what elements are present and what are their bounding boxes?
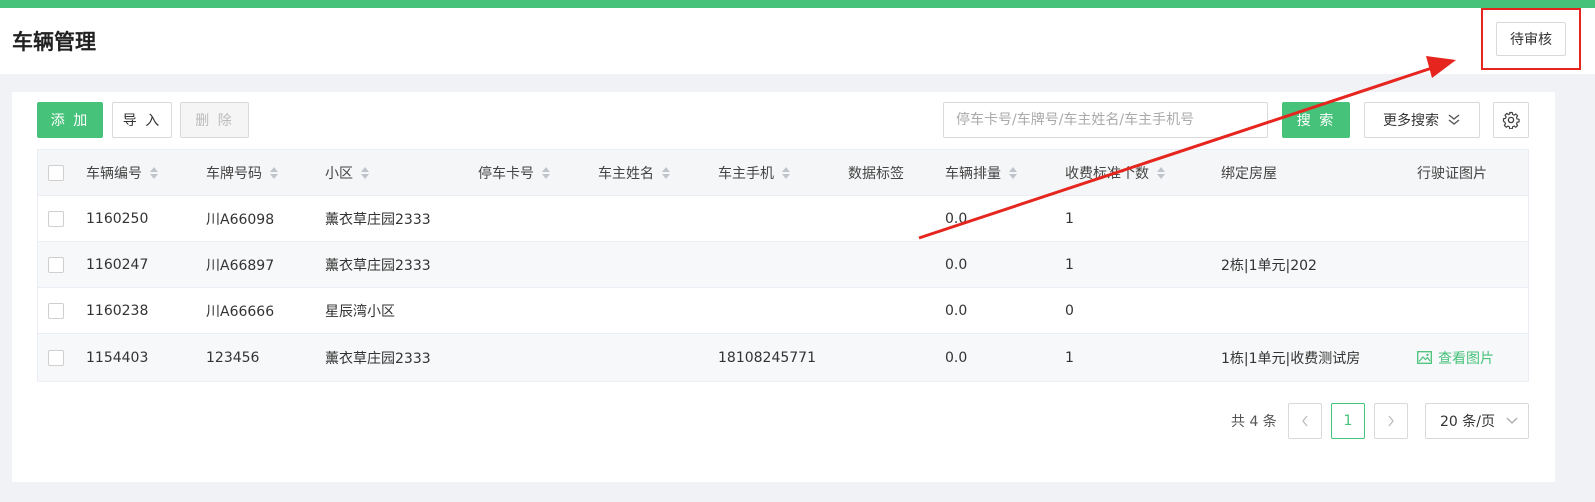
annotation-highlight-box: 待审核 — [1481, 8, 1581, 70]
page-size-value: 20 条/页 — [1440, 414, 1495, 430]
next-page-button[interactable] — [1374, 403, 1408, 439]
view-license-label: 查看图片 — [1438, 350, 1494, 367]
add-button[interactable]: 添 加 — [37, 102, 103, 138]
column-header[interactable]: 车主手机 — [718, 150, 790, 195]
plate-number: 川A66098 — [206, 211, 275, 228]
sort-icon[interactable] — [150, 166, 158, 179]
community: 薰衣草庄园2333 — [325, 211, 431, 228]
sort-icon[interactable] — [662, 166, 670, 179]
plate-number: 123456 — [206, 349, 260, 366]
fee-count: 0 — [1065, 302, 1074, 319]
column-header[interactable]: 收费标准个数 — [1065, 150, 1165, 195]
search-input[interactable] — [943, 102, 1268, 138]
delete-button[interactable]: 删 除 — [180, 102, 249, 138]
vehicle-id: 1154403 — [86, 349, 149, 366]
owner-phone: 18108245771 — [718, 349, 816, 366]
double-chevron-down-icon — [1448, 114, 1460, 125]
column-header[interactable]: 车辆排量 — [945, 150, 1017, 195]
fee-count: 1 — [1065, 256, 1074, 273]
sort-icon[interactable] — [1157, 166, 1165, 179]
chevron-right-icon — [1388, 415, 1394, 427]
table-row[interactable]: 1154403 123456 薰衣草庄园2333 18108245771 0.0… — [38, 334, 1528, 381]
fee-count: 1 — [1065, 210, 1074, 227]
vehicle-id: 1160238 — [86, 302, 149, 319]
column-header[interactable]: 车牌号码 — [206, 150, 278, 195]
gear-icon — [1502, 111, 1520, 129]
table-row[interactable]: 1160247 川A66897 薰衣草庄园2333 0.0 1 2栋|1单元|2… — [38, 242, 1528, 288]
toolbar: 添 加 导 入 删 除 搜 索 更多搜索 — [37, 102, 1529, 138]
sort-icon[interactable] — [270, 166, 278, 179]
bound-house: 1栋|1单元|收费测试房 — [1221, 350, 1361, 367]
displacement: 0.0 — [945, 210, 968, 227]
displacement: 0.0 — [945, 302, 968, 319]
view-license-image-link[interactable]: 查看图片 — [1417, 334, 1494, 381]
table-row[interactable]: 1160250 川A66098 薰衣草庄园2333 0.0 1 — [38, 196, 1528, 242]
column-header[interactable]: 车辆编号 — [86, 150, 158, 195]
fee-count: 1 — [1065, 349, 1074, 366]
import-button[interactable]: 导 入 — [112, 102, 172, 138]
sort-icon[interactable] — [782, 166, 790, 179]
more-search-label: 更多搜索 — [1383, 113, 1439, 129]
page-header: 车辆管理 待审核 — [0, 8, 1595, 74]
table-row[interactable]: 1160238 川A66666 星辰湾小区 0.0 0 — [38, 288, 1528, 334]
table-header-row: 车辆编号 车牌号码 小区 停车卡号 车主姓名 车主手机 数据标签 车辆排量 收费… — [38, 150, 1528, 196]
sort-icon[interactable] — [361, 166, 369, 179]
page-button-current[interactable]: 1 — [1331, 403, 1365, 439]
more-search-button[interactable]: 更多搜索 — [1364, 102, 1480, 138]
settings-button[interactable] — [1493, 102, 1529, 138]
plate-number: 川A66897 — [206, 257, 275, 274]
pagination-total: 共 4 条 — [1231, 414, 1277, 430]
pending-review-button[interactable]: 待审核 — [1496, 22, 1566, 56]
row-checkbox[interactable] — [48, 256, 64, 273]
column-header: 绑定房屋 — [1221, 165, 1277, 182]
page-title: 车辆管理 — [12, 30, 96, 54]
vehicle-id: 1160250 — [86, 210, 149, 227]
page-size-select[interactable]: 20 条/页 — [1425, 403, 1529, 439]
column-header[interactable]: 车主姓名 — [598, 150, 670, 195]
chevron-down-icon — [1506, 417, 1518, 424]
sort-icon[interactable] — [1009, 166, 1017, 179]
chevron-left-icon — [1302, 415, 1308, 427]
row-checkbox[interactable] — [48, 349, 64, 366]
search-button[interactable]: 搜 索 — [1282, 102, 1350, 138]
displacement: 0.0 — [945, 256, 968, 273]
column-header: 行驶证图片 — [1417, 165, 1487, 182]
community: 薰衣草庄园2333 — [325, 257, 431, 274]
displacement: 0.0 — [945, 349, 968, 366]
community: 薰衣草庄园2333 — [325, 350, 431, 367]
vehicle-list-card: 超级管理员 超级管理员 超级管理员 超级管理员 超级管理员 超级管理员 添 加 … — [12, 92, 1555, 482]
row-checkbox[interactable] — [48, 210, 64, 227]
plate-number: 川A66666 — [206, 303, 275, 320]
community: 星辰湾小区 — [325, 303, 395, 320]
top-accent-bar — [0, 0, 1595, 8]
vehicle-id: 1160247 — [86, 256, 149, 273]
prev-page-button[interactable] — [1288, 403, 1322, 439]
column-header[interactable]: 停车卡号 — [478, 150, 550, 195]
select-all-checkbox[interactable] — [48, 164, 64, 181]
column-header[interactable]: 小区 — [325, 150, 369, 195]
sort-icon[interactable] — [542, 166, 550, 179]
column-header: 数据标签 — [848, 165, 904, 182]
image-icon — [1417, 351, 1432, 364]
vehicle-table: 车辆编号 车牌号码 小区 停车卡号 车主姓名 车主手机 数据标签 车辆排量 收费… — [37, 149, 1529, 382]
row-checkbox[interactable] — [48, 302, 64, 319]
bound-house: 2栋|1单元|202 — [1221, 257, 1317, 274]
